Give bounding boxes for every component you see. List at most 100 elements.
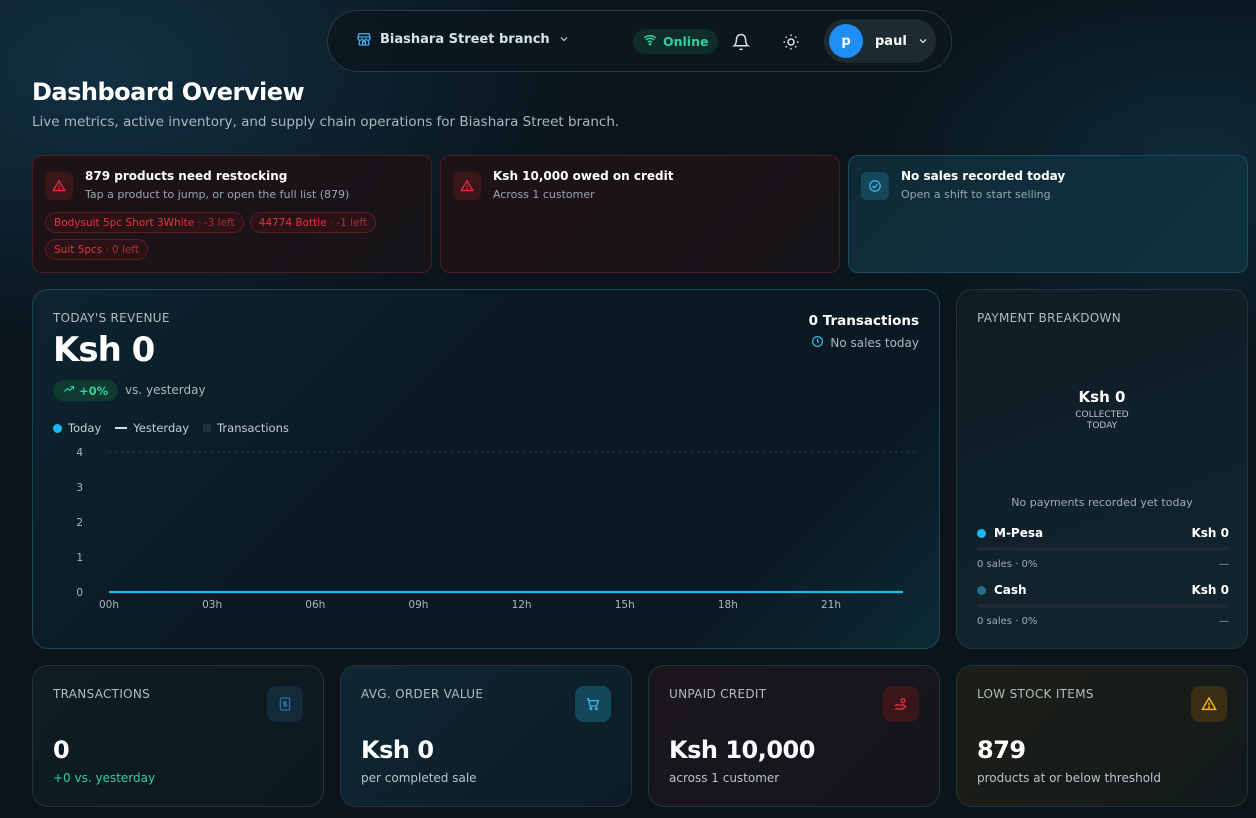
payment-method-dash: — (1219, 559, 1229, 570)
page-subtitle: Live metrics, active inventory, and supp… (32, 114, 620, 130)
legend-today-swatch (53, 423, 62, 433)
stat-label: AVG. ORDER VALUE (361, 687, 484, 701)
legend-yesterday-label: Yesterday (133, 421, 190, 435)
online-label: Online (663, 34, 709, 49)
payment-breakdown-card: PAYMENT BREAKDOWN Ksh 0 COLLECTED TODAY … (956, 289, 1248, 649)
stat-value: 0 (53, 736, 70, 764)
revenue-label: TODAY'S REVENUE (53, 311, 170, 325)
stat-subtitle: products at or below threshold (977, 771, 1162, 785)
legend-yesterday[interactable]: Yesterday (115, 421, 189, 435)
payment-method-dash: — (1219, 616, 1229, 627)
stat-value: Ksh 10,000 (669, 736, 815, 764)
x-tick-label: 00h (99, 599, 119, 611)
restock-alert-subtitle[interactable]: Tap a product to jump, or open the full … (85, 188, 349, 201)
payment-method-amount: Ksh 0 (1191, 526, 1229, 540)
transactions-stat-card[interactable]: TRANSACTIONS 0 +0 vs. yesterday (32, 665, 324, 807)
credit-alert[interactable]: Ksh 10,000 owed on credit Across 1 custo… (440, 155, 840, 273)
revenue-card: TODAY'S REVENUE Ksh 0 +0% vs. yesterday … (32, 289, 940, 649)
revenue-value: Ksh 0 (53, 330, 155, 370)
y-tick-label: 0 (76, 587, 83, 599)
clock-icon (811, 335, 824, 351)
legend-transactions-swatch (203, 424, 212, 432)
cash-dot (977, 585, 986, 595)
credit-alert-subtitle: Across 1 customer (493, 188, 595, 201)
low-stock-stat-card[interactable]: LOW STOCK ITEMS 879 products at or below… (956, 665, 1248, 807)
y-tick-label: 3 (76, 482, 83, 494)
payment-breakdown-label: PAYMENT BREAKDOWN (977, 311, 1121, 325)
payment-method-amount: Ksh 0 (1191, 583, 1229, 597)
branch-name: Biashara Street branch (380, 31, 550, 47)
legend-today[interactable]: Today (53, 421, 101, 435)
user-name: paul (875, 33, 907, 49)
legend-transactions-label: Transactions (217, 421, 289, 435)
payment-caption: COLLECTED TODAY (957, 410, 1247, 432)
cart-icon (575, 686, 611, 722)
chip-product: 44774 Bottle (258, 216, 327, 229)
revenue-trend-value: +0% (79, 383, 109, 398)
unpaid-credit-stat-card[interactable]: UNPAID CREDIT Ksh 10,000 across 1 custom… (648, 665, 940, 807)
x-tick-label: 18h (718, 599, 738, 611)
chip-product: Bodysuit 5pc Short 3White (54, 216, 195, 229)
payment-method-cash: Cash Ksh 0 0 sales · 0% — (977, 583, 1229, 627)
payment-caption-line2: TODAY (1086, 421, 1118, 431)
sales-alert-title: No sales recorded today (901, 169, 1066, 183)
avg-order-stat-card[interactable]: AVG. ORDER VALUE Ksh 0 per completed sal… (340, 665, 632, 807)
revenue-trend-text: vs. yesterday (125, 383, 206, 397)
chip-stock: · 0 left (105, 243, 139, 256)
user-menu[interactable]: p paul (824, 19, 936, 63)
no-sales-text: No sales today (830, 336, 919, 350)
x-tick-label: 12h (512, 599, 532, 611)
receipt-icon (267, 686, 303, 722)
payment-method-mpesa: M-Pesa Ksh 0 0 sales · 0% — (977, 526, 1229, 570)
chip-product: Suit 5pcs (54, 243, 103, 256)
payment-empty-text: No payments recorded yet today (1011, 496, 1193, 509)
chevron-down-icon (558, 33, 570, 45)
revenue-chart: 0 1 2 3 4 00h 03h 06h 09h 12h 15h 18h 21h (76, 447, 919, 611)
stat-subtitle: per completed sale (361, 771, 477, 785)
alert-triangle-icon (45, 172, 73, 200)
branch-selector[interactable]: Biashara Street branch (356, 31, 570, 47)
payment-caption-line1: COLLECTED (1075, 410, 1129, 420)
transactions-count: 0 Transactions (808, 313, 919, 329)
transactions-subtitle: No sales today (811, 335, 919, 351)
chip-stock: · -1 left (329, 216, 368, 229)
y-tick-label: 2 (76, 517, 83, 529)
restock-chip[interactable]: Suit 5pcs · 0 left (45, 239, 148, 260)
x-tick-label: 06h (305, 599, 325, 611)
page-title: Dashboard Overview (32, 78, 305, 106)
hand-coins-icon (883, 686, 919, 722)
sun-icon[interactable] (779, 30, 803, 54)
revenue-trend-badge: +0% (53, 380, 119, 401)
stat-value: 879 (977, 736, 1026, 764)
chip-stock: · -3 left (197, 216, 235, 229)
legend-transactions[interactable]: Transactions (203, 421, 289, 435)
alert-triangle-icon (453, 172, 481, 200)
payment-method-bar (977, 604, 1229, 608)
payment-total: Ksh 0 (1078, 388, 1126, 406)
online-status-badge: Online (633, 29, 719, 54)
x-tick-label: 21h (821, 599, 841, 611)
payment-method-name: Cash (994, 583, 1027, 597)
sales-alert[interactable]: No sales recorded today Open a shift to … (848, 155, 1248, 273)
warning-icon (1191, 686, 1227, 722)
chart-legend: Today Yesterday Transactions (53, 421, 289, 435)
top-bar: Biashara Street branch Online p paul (327, 10, 952, 72)
credit-alert-title: Ksh 10,000 owed on credit (493, 169, 674, 183)
sales-alert-subtitle: Open a shift to start selling (901, 188, 1051, 201)
avatar: p (829, 24, 863, 58)
restock-chip[interactable]: Bodysuit 5pc Short 3White · -3 left (45, 212, 244, 233)
stat-subtitle: across 1 customer (669, 771, 780, 785)
payment-method-bar (977, 547, 1229, 551)
chevron-down-icon (917, 32, 929, 51)
restock-alert-title: 879 products need restocking (85, 169, 288, 183)
legend-yesterday-swatch (115, 427, 128, 429)
y-tick-label: 1 (76, 552, 83, 564)
restock-alert[interactable]: 879 products need restocking Tap a produ… (32, 155, 432, 273)
x-tick-label: 15h (615, 599, 635, 611)
stat-value: Ksh 0 (361, 736, 434, 764)
payment-method-meta: 0 sales · 0% (977, 616, 1038, 627)
bell-icon[interactable] (729, 30, 753, 54)
y-tick-label: 4 (76, 447, 83, 459)
payment-method-name: M-Pesa (994, 526, 1044, 540)
restock-chip[interactable]: 44774 Bottle · -1 left (249, 212, 377, 233)
